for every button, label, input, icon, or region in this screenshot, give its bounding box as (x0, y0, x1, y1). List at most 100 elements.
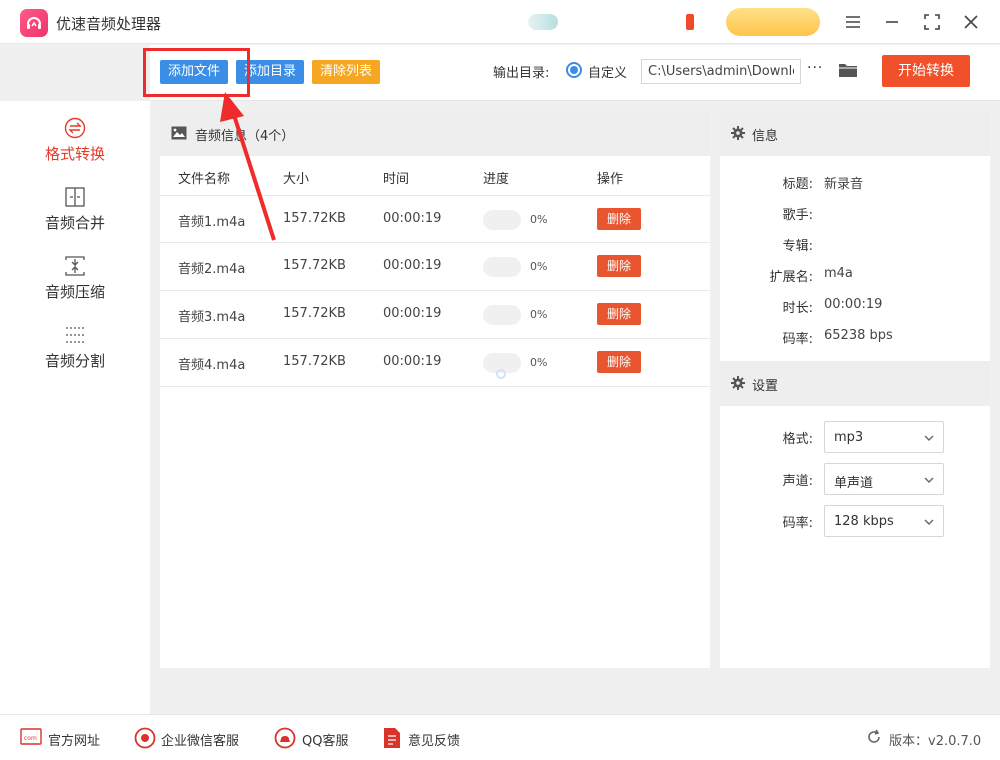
format-select[interactable]: mp3 (824, 421, 944, 453)
app-logo (20, 9, 48, 37)
menu-icon[interactable] (841, 10, 865, 34)
channel-label: 声道: (720, 470, 813, 489)
close-icon[interactable] (959, 10, 983, 34)
info-header: 信息 (720, 111, 990, 156)
delete-button[interactable]: 删除 (597, 255, 641, 277)
info-label-title: 标题: (720, 173, 813, 192)
refresh-icon[interactable] (866, 729, 882, 749)
sidebar-item-label: 音频压缩 (45, 283, 105, 301)
progress-percent: 0% (530, 213, 547, 226)
info-value-duration: 00:00:19 (824, 297, 882, 312)
feedback-icon (383, 727, 401, 753)
sidebar-item-label: 音频分割 (45, 352, 105, 370)
file-name: 音频4.m4a (178, 354, 245, 373)
svg-text:com: com (24, 735, 37, 742)
custom-radio[interactable] (566, 62, 582, 78)
file-duration: 00:00:19 (383, 354, 441, 369)
maximize-icon[interactable] (920, 10, 944, 34)
qq-icon (274, 727, 296, 753)
file-duration: 00:00:19 (383, 306, 441, 321)
column-header-progress: 进度 (483, 168, 509, 187)
sidebar-item-audio-compress[interactable]: 音频压缩 (0, 255, 150, 302)
delete-button[interactable]: 删除 (597, 351, 641, 373)
sidebar-item-audio-merge[interactable]: 音频合并 (0, 186, 150, 233)
info-title: 信息 (752, 125, 778, 144)
column-header-time: 时间 (383, 168, 409, 187)
title-bar: 优速音频处理器 (0, 0, 1000, 44)
delete-button[interactable]: 删除 (597, 208, 641, 230)
annotation-arrow (200, 90, 290, 250)
qq-support-link[interactable]: QQ客服 (302, 730, 348, 749)
channel-select-value: 单声道 (834, 472, 873, 491)
progress-bar (483, 210, 521, 230)
sidebar-item-label: 音频合并 (45, 214, 105, 232)
file-size: 157.72KB (283, 211, 346, 226)
output-dir-label: 输出目录: (493, 62, 549, 81)
progress-percent: 0% (530, 356, 547, 369)
settings-title: 设置 (752, 375, 778, 394)
bitrate-select[interactable]: 128 kbps (824, 505, 944, 537)
output-path-input[interactable] (641, 59, 801, 84)
bitrate-select-value: 128 kbps (834, 514, 894, 529)
format-label: 格式: (720, 428, 813, 447)
convert-icon (64, 117, 86, 139)
bitrate-label: 码率: (720, 512, 813, 531)
progress-percent: 0% (530, 260, 547, 273)
vip-button[interactable] (726, 8, 820, 36)
chevron-down-icon (924, 474, 934, 489)
settings-header: 设置 (720, 361, 990, 406)
progress-bar (483, 257, 521, 277)
file-duration: 00:00:19 (383, 258, 441, 273)
file-size: 157.72KB (283, 258, 346, 273)
column-header-action: 操作 (597, 168, 623, 187)
file-name: 音频2.m4a (178, 258, 245, 277)
sidebar-item-audio-split[interactable]: 音频分割 (0, 324, 150, 371)
info-value-bitrate: 65238 bps (824, 328, 893, 343)
file-duration: 00:00:19 (383, 211, 441, 226)
file-size: 157.72KB (283, 354, 346, 369)
website-link[interactable]: 官方网址 (48, 730, 100, 749)
delete-button[interactable]: 删除 (597, 303, 641, 325)
promo-badge[interactable] (528, 14, 558, 30)
info-label-duration: 时长: (720, 297, 813, 316)
table-row[interactable]: 音频3.m4a 157.72KB 00:00:19 0% 删除 (160, 291, 710, 339)
wechat-support-link[interactable]: 企业微信客服 (161, 730, 239, 749)
format-select-value: mp3 (834, 430, 863, 445)
compress-icon (64, 255, 86, 277)
website-icon: com (20, 727, 42, 751)
clear-list-button[interactable]: 清除列表 (312, 60, 380, 84)
info-value-title: 新录音 (824, 173, 863, 192)
gear-icon (731, 126, 745, 144)
footer: com 官方网址 企业微信客服 QQ客服 意见反馈 版本：v2.0.7.0 (0, 714, 1000, 760)
loading-spinner (496, 369, 506, 379)
merge-icon (64, 186, 86, 208)
file-name: 音频3.m4a (178, 306, 245, 325)
notification-dot[interactable] (686, 14, 694, 30)
custom-radio-label[interactable]: 自定义 (588, 62, 627, 81)
table-row[interactable]: 音频2.m4a 157.72KB 00:00:19 0% 删除 (160, 243, 710, 291)
wechat-icon (134, 727, 156, 753)
version-text: 版本：v2.0.7.0 (889, 730, 981, 749)
chevron-down-icon (924, 516, 934, 531)
chevron-down-icon (924, 432, 934, 447)
info-label-extension: 扩展名: (720, 266, 813, 285)
progress-bar (483, 305, 521, 325)
sidebar-item-format-convert[interactable]: 格式转换 (0, 117, 150, 164)
start-convert-button[interactable]: 开始转换 (882, 55, 970, 87)
browse-more-button[interactable]: ··· (807, 60, 823, 76)
file-size: 157.72KB (283, 306, 346, 321)
image-icon (171, 126, 187, 144)
info-value-extension: m4a (824, 266, 853, 281)
feedback-link[interactable]: 意见反馈 (408, 730, 460, 749)
info-label-bitrate: 码率: (720, 328, 813, 347)
progress-percent: 0% (530, 308, 547, 321)
info-panel: 信息 标题: 新录音 歌手: 专辑: 扩展名: m4a 时长: 00:00:19… (720, 111, 990, 668)
table-row[interactable]: 音频4.m4a 157.72KB 00:00:19 0% 删除 (160, 339, 710, 387)
gear-icon (731, 376, 745, 394)
sidebar-item-label: 格式转换 (45, 145, 105, 163)
channel-select[interactable]: 单声道 (824, 463, 944, 495)
folder-icon[interactable] (838, 62, 858, 82)
app-title: 优速音频处理器 (56, 13, 161, 34)
info-label-album: 专辑: (720, 235, 813, 254)
minimize-icon[interactable] (880, 10, 904, 34)
